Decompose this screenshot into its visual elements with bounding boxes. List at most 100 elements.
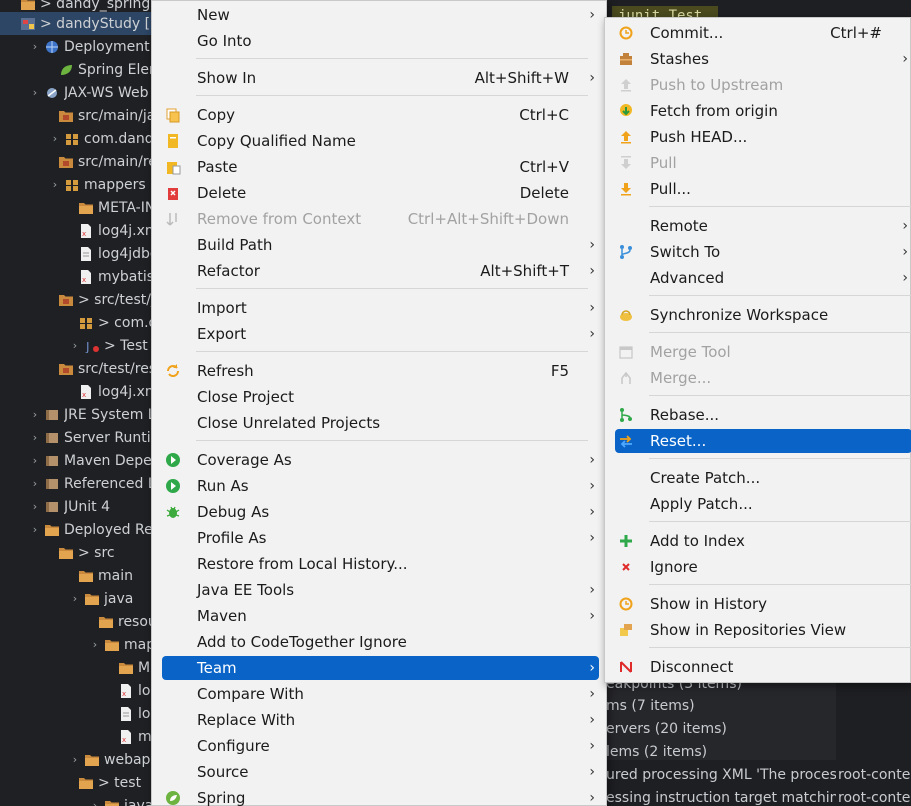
menu-item-run-as[interactable]: Run As › <box>162 474 599 498</box>
chevron-right-icon[interactable]: › <box>28 408 42 421</box>
chevron-right-icon[interactable]: › <box>28 40 42 53</box>
tree-item[interactable]: › Maven Depe <box>0 449 160 472</box>
tree-item[interactable]: › Server Runtin <box>0 426 160 449</box>
menu-item-export[interactable]: Export › <box>162 322 599 346</box>
menu-item-refresh[interactable]: Refresh F5 <box>162 359 599 383</box>
tree-item[interactable]: x log4j.xml <box>0 380 160 403</box>
menu-separator <box>649 206 911 207</box>
menu-item-close-project[interactable]: Close Project <box>162 385 599 409</box>
remove-context-icon <box>162 207 184 231</box>
tree-item[interactable]: MET <box>0 656 160 679</box>
menu-item-profile-as[interactable]: Profile As › <box>162 526 599 550</box>
menu-item-new[interactable]: New › <box>162 3 599 27</box>
menu-item-copy[interactable]: Copy Ctrl+C <box>162 103 599 127</box>
menu-item-team[interactable]: Team › <box>162 656 599 680</box>
menu-item-commit[interactable]: Commit... Ctrl+# <box>615 21 911 45</box>
tree-item[interactable]: › JAX-WS Web <box>0 81 160 104</box>
chevron-right-icon[interactable]: › <box>28 86 42 99</box>
menu-item-show-in-repositories-view[interactable]: Show in Repositories View <box>615 618 911 642</box>
menu-item-advanced[interactable]: Advanced › <box>615 266 911 290</box>
menu-item-synchronize-workspace[interactable]: Synchronize Workspace <box>615 303 911 327</box>
menu-item-coverage-as[interactable]: Coverage As › <box>162 448 599 472</box>
menu-item-ignore[interactable]: Ignore <box>615 555 911 579</box>
menu-item-reset[interactable]: Reset... <box>615 429 911 453</box>
menu-item-compare-with[interactable]: Compare With › <box>162 682 599 706</box>
tree-item[interactable]: › Deployed Re <box>0 518 160 541</box>
tree-item[interactable]: › com.dand <box>0 127 160 150</box>
tree-item[interactable]: › mappers <box>0 173 160 196</box>
tree-item[interactable]: META-INF <box>0 196 160 219</box>
menu-item-java-ee-tools[interactable]: Java EE Tools › <box>162 578 599 602</box>
tree-item[interactable]: › java <box>0 794 160 806</box>
tree-item[interactable]: x log4j.xml <box>0 219 160 242</box>
menu-item-source[interactable]: Source › <box>162 760 599 784</box>
tree-item[interactable]: resour <box>0 610 160 633</box>
menu-item-import[interactable]: Import › <box>162 296 599 320</box>
menu-item-fetch-from-origin[interactable]: Fetch from origin <box>615 99 911 123</box>
tree-item[interactable]: main <box>0 564 160 587</box>
folder-icon <box>118 661 134 675</box>
chevron-right-icon[interactable]: › <box>88 638 102 651</box>
menu-item-debug-as[interactable]: Debug As › <box>162 500 599 524</box>
tree-item[interactable]: > src <box>0 541 160 564</box>
menu-item-create-patch[interactable]: Create Patch... <box>615 466 911 490</box>
tree-item[interactable]: src/main/java <box>0 104 160 127</box>
menu-item-disconnect[interactable]: Disconnect <box>615 655 911 679</box>
tree-item[interactable]: › java <box>0 587 160 610</box>
menu-item-spring[interactable]: Spring › <box>162 786 599 806</box>
menu-item-maven[interactable]: Maven › <box>162 604 599 628</box>
tree-item[interactable]: src/test/resou <box>0 357 160 380</box>
menu-item-configure[interactable]: Configure › <box>162 734 599 758</box>
menu-item-remote[interactable]: Remote › <box>615 214 911 238</box>
tree-item[interactable]: xlog4 <box>0 679 160 702</box>
tree-item[interactable]: › JUnit 4 <box>0 495 160 518</box>
menu-item-copy-qualified-name[interactable]: Copy Qualified Name <box>162 129 599 153</box>
menu-item-build-path[interactable]: Build Path › <box>162 233 599 257</box>
menu-item-label: Paste <box>197 158 238 176</box>
menu-item-apply-patch[interactable]: Apply Patch... <box>615 492 911 516</box>
menu-item-go-into[interactable]: Go Into <box>162 29 599 53</box>
tree-item[interactable]: › map <box>0 633 160 656</box>
tree-item[interactable]: log4 <box>0 702 160 725</box>
tree-item[interactable]: > dandyStudy [ <box>0 12 160 35</box>
tree-item[interactable]: › Referenced L <box>0 472 160 495</box>
tree-item[interactable]: › J > Test <box>0 334 160 357</box>
menu-item-rebase[interactable]: Rebase... <box>615 403 911 427</box>
tree-item[interactable]: > test <box>0 771 160 794</box>
menu-item-push-head[interactable]: Push HEAD... <box>615 125 911 149</box>
chevron-right-icon[interactable]: › <box>28 523 42 536</box>
tree-item[interactable]: Spring Eleme <box>0 58 160 81</box>
menu-item-pull[interactable]: Pull... <box>615 177 911 201</box>
menu-item-delete[interactable]: Delete Delete <box>162 181 599 205</box>
tree-item[interactable]: x mybatis-c <box>0 265 160 288</box>
menu-item-add-to-index[interactable]: Add to Index <box>615 529 911 553</box>
chevron-right-icon[interactable]: › <box>28 500 42 513</box>
tree-item[interactable]: src/main/res <box>0 150 160 173</box>
chevron-right-icon[interactable]: › <box>88 799 102 806</box>
chevron-right-icon[interactable]: › <box>48 178 62 191</box>
menu-item-paste[interactable]: Paste Ctrl+V <box>162 155 599 179</box>
chevron-right-icon[interactable]: › <box>68 592 82 605</box>
chevron-right-icon[interactable]: › <box>68 753 82 766</box>
menu-item-stashes[interactable]: Stashes › <box>615 47 911 71</box>
tree-item[interactable]: > src/test/jav <box>0 288 160 311</box>
tree-item[interactable]: > com.da <box>0 311 160 334</box>
menu-item-replace-with[interactable]: Replace With › <box>162 708 599 732</box>
tree-item[interactable]: › JRE System L <box>0 403 160 426</box>
tree-item[interactable]: log4jdbc.l <box>0 242 160 265</box>
chevron-right-icon[interactable]: › <box>28 477 42 490</box>
chevron-right-icon[interactable]: › <box>28 431 42 444</box>
chevron-right-icon[interactable]: › <box>68 339 82 352</box>
chevron-right-icon[interactable]: › <box>28 454 42 467</box>
menu-item-show-in-history[interactable]: Show in History <box>615 592 911 616</box>
menu-item-switch-to[interactable]: Switch To › <box>615 240 911 264</box>
tree-item[interactable]: › webap <box>0 748 160 771</box>
menu-item-add-to-codetogether-ignore[interactable]: Add to CodeTogether Ignore <box>162 630 599 654</box>
chevron-right-icon[interactable]: › <box>48 132 62 145</box>
tree-item[interactable]: › Deployment <box>0 35 160 58</box>
menu-item-restore-from-local-history[interactable]: Restore from Local History... <box>162 552 599 576</box>
menu-item-close-unrelated-projects[interactable]: Close Unrelated Projects <box>162 411 599 435</box>
tree-item[interactable]: xmyb <box>0 725 160 748</box>
menu-item-refactor[interactable]: Refactor Alt+Shift+T › <box>162 259 599 283</box>
menu-item-show-in[interactable]: Show In Alt+Shift+W › <box>162 66 599 90</box>
